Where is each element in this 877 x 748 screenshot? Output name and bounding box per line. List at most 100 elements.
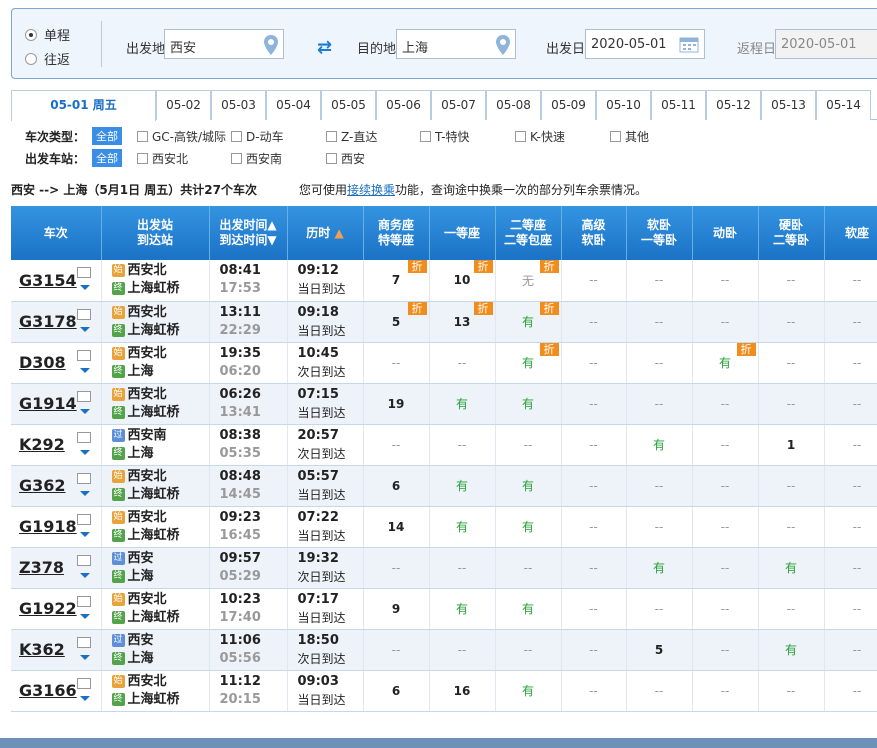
header-line: 二等座 <box>509 218 546 232</box>
train-number[interactable]: Z378 <box>19 558 64 577</box>
seat-cell: -- <box>757 383 824 425</box>
train-info-icon[interactable] <box>77 554 91 566</box>
tab-date[interactable]: 05-12 <box>706 90 761 120</box>
seat-availability: -- <box>589 273 598 288</box>
expand-arrow-icon[interactable] <box>80 285 90 290</box>
expand-arrow-icon[interactable] <box>80 408 90 414</box>
tab-date[interactable]: 05-01 周五 <box>11 90 156 121</box>
type-checkbox-other[interactable]: 其他 <box>610 128 649 145</box>
expand-arrow-icon[interactable] <box>80 531 90 537</box>
tab-date[interactable]: 05-04 <box>266 90 321 120</box>
expand-arrow-icon[interactable] <box>80 449 90 455</box>
type-checkbox-gc[interactable]: GC-高铁/城际 <box>137 128 226 145</box>
all-stations-button[interactable]: 全部 <box>92 149 122 167</box>
train-number-cell[interactable]: G3178 <box>11 301 101 343</box>
seat-availability: -- <box>589 437 598 452</box>
train-info-icon[interactable] <box>77 472 91 484</box>
train-number-cell[interactable]: G1914 <box>11 383 101 425</box>
seat-cell: -- <box>823 465 877 507</box>
train-info-icon[interactable] <box>77 677 91 689</box>
type-checkbox-d[interactable]: D-动车 <box>231 128 284 145</box>
train-info-icon[interactable] <box>77 349 91 361</box>
train-number[interactable]: G1922 <box>19 599 77 618</box>
type-checkbox-t[interactable]: T-特快 <box>420 128 470 145</box>
tab-date[interactable]: 05-07 <box>431 90 486 120</box>
train-number-cell[interactable]: G1922 <box>11 588 101 630</box>
train-number-cell[interactable]: G362 <box>11 465 101 507</box>
train-info-icon[interactable] <box>77 308 91 320</box>
seat-availability: 有 <box>521 520 534 534</box>
col-time[interactable]: 出发时间▲ 到达时间▼ <box>208 206 287 260</box>
train-number[interactable]: G1918 <box>19 517 77 536</box>
station-checkbox-xa[interactable]: 西安 <box>326 150 365 167</box>
expand-arrow-icon[interactable] <box>80 367 90 373</box>
station-checkbox-xan[interactable]: 西安南 <box>231 150 282 167</box>
train-info-icon[interactable] <box>77 595 91 607</box>
table-row: K362 过西安终上海 11:06 05:56 18:50 次日到达 -- -- -- -- 5 --… <box>11 629 877 671</box>
tab-date[interactable]: 05-11 <box>651 90 706 120</box>
tab-date[interactable]: 05-05 <box>321 90 376 120</box>
seat-cell: -- <box>691 547 758 589</box>
seat-availability: -- <box>786 314 796 329</box>
to-input[interactable]: 上海 <box>396 29 516 59</box>
from-station: 西安北 <box>127 386 167 402</box>
col-duration[interactable]: 历时 ▲ <box>286 206 363 260</box>
seat-cell: -- <box>757 588 824 630</box>
expand-arrow-icon[interactable] <box>80 326 90 332</box>
from-input[interactable]: 西安 <box>164 29 284 59</box>
train-info-icon[interactable] <box>77 513 91 525</box>
train-number[interactable]: G362 <box>19 476 66 495</box>
train-number[interactable]: G1914 <box>19 394 77 413</box>
train-number-cell[interactable]: Z378 <box>11 547 101 589</box>
tab-date[interactable]: 05-10 <box>596 90 651 120</box>
round-trip-radio[interactable]: 往返 <box>25 49 70 68</box>
duration: 07:22 <box>297 509 339 525</box>
seat-availability: 1 <box>786 437 796 452</box>
train-number[interactable]: D308 <box>19 353 66 372</box>
tab-date[interactable]: 05-06 <box>376 90 431 120</box>
location-pin-icon <box>496 35 510 55</box>
table-row: D308 始西安北终上海 19:35 06:20 10:45 次日到达 -- -- 折有 -- --… <box>11 342 877 384</box>
one-way-radio[interactable]: 单程 <box>25 25 70 44</box>
tab-date[interactable]: 05-09 <box>541 90 596 120</box>
train-number-cell[interactable]: K292 <box>11 424 101 466</box>
train-number[interactable]: G3178 <box>19 312 77 331</box>
date-input[interactable]: 2020-05-01 <box>585 29 705 59</box>
train-number[interactable]: K362 <box>19 640 65 659</box>
tab-date[interactable]: 05-02 <box>156 90 211 120</box>
type-checkbox-k[interactable]: K-快速 <box>515 128 565 145</box>
expand-arrow-icon[interactable] <box>80 613 90 619</box>
seat-cell: -- <box>560 629 626 671</box>
train-number-cell[interactable]: G3166 <box>11 670 101 712</box>
tab-date[interactable]: 05-03 <box>211 90 266 120</box>
train-info-icon[interactable] <box>77 636 91 648</box>
train-number[interactable]: G3154 <box>19 271 77 290</box>
swap-icon[interactable]: ⇄ <box>317 37 332 58</box>
train-info-icon[interactable] <box>77 267 91 278</box>
transfer-link[interactable]: 接续换乘 <box>347 183 395 197</box>
type-checkbox-z[interactable]: Z-直达 <box>326 128 377 145</box>
train-number-cell[interactable]: D308 <box>11 342 101 384</box>
station-checkbox-xab[interactable]: 西安北 <box>137 150 188 167</box>
train-number[interactable]: G3166 <box>19 681 77 700</box>
train-number-cell[interactable]: K362 <box>11 629 101 671</box>
expand-arrow-icon[interactable] <box>80 490 90 496</box>
tab-date[interactable]: 05-14 <box>816 90 871 120</box>
expand-arrow-icon[interactable] <box>80 695 90 701</box>
train-info-icon[interactable] <box>77 431 91 443</box>
expand-arrow-icon[interactable] <box>80 654 90 660</box>
expand-arrow-icon[interactable] <box>80 572 90 578</box>
seat-cell: -- <box>362 629 429 671</box>
train-number-cell[interactable]: G1918 <box>11 506 101 548</box>
tab-date[interactable]: 05-13 <box>761 90 816 120</box>
duration: 07:15 <box>297 386 339 402</box>
return-date-input[interactable]: 2020-05-01 <box>775 29 877 59</box>
train-info-icon[interactable] <box>77 390 91 402</box>
train-number[interactable]: K292 <box>19 435 65 454</box>
all-types-button[interactable]: 全部 <box>92 127 122 145</box>
from-tag: 始 <box>111 264 125 278</box>
train-number-cell[interactable]: G3154 <box>11 260 101 302</box>
station-cell: 始西安北终上海 <box>100 342 209 384</box>
tab-date[interactable]: 05-08 <box>486 90 541 120</box>
col-station[interactable]: 出发站 到达站 <box>100 206 209 260</box>
